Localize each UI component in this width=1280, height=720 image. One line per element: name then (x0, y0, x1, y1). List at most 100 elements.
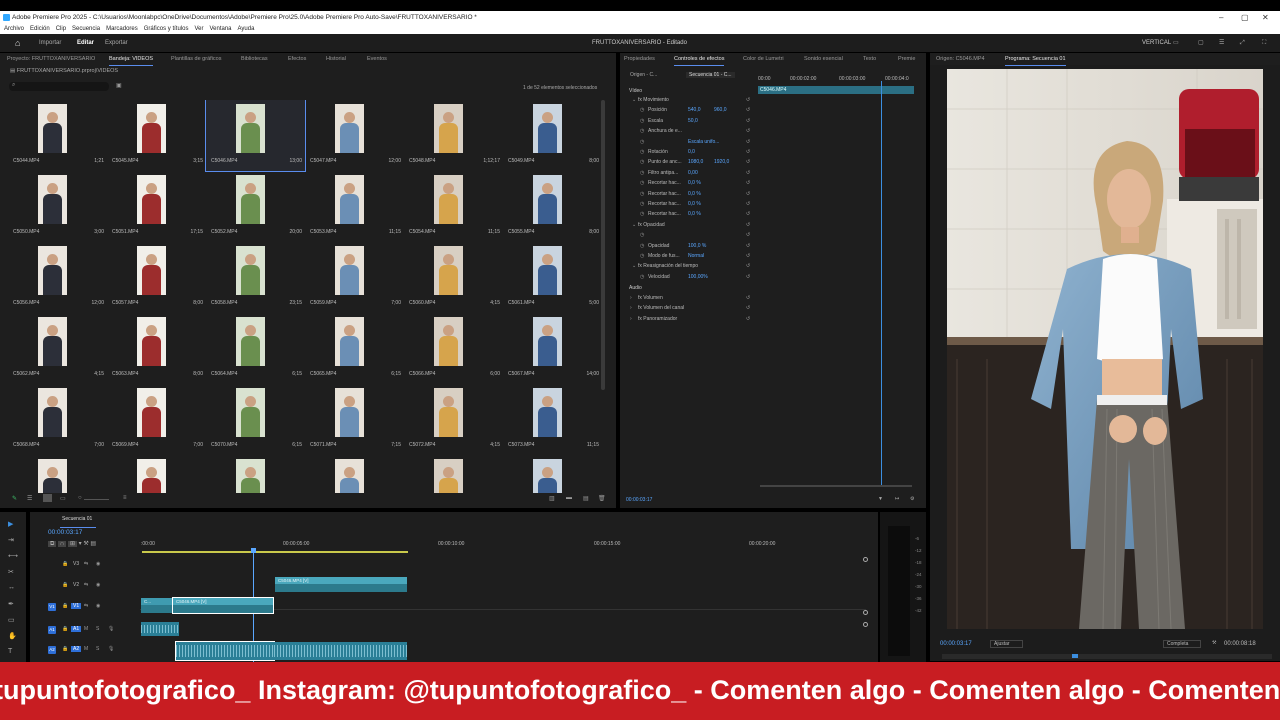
reset-icon[interactable]: ↺ (746, 295, 750, 301)
clip-tile[interactable]: C5049.MP4 8;00 (503, 100, 602, 171)
clip-tile[interactable]: C5055.MP4 8;00 (503, 171, 602, 242)
effects-clip-bar[interactable]: C5046.MP4 (758, 86, 914, 94)
clip-tile[interactable]: C5067.MP4 14;00 (503, 313, 602, 384)
clip-tile[interactable]: C5069.MP4 7;00 (107, 384, 206, 455)
track-label[interactable]: A2 (71, 646, 82, 652)
menu-item-4[interactable]: Marcadores (106, 26, 138, 32)
eye-icon[interactable]: ◉ (96, 561, 100, 567)
program-playhead[interactable] (1072, 654, 1078, 658)
menu-item-8[interactable]: Ayuda (238, 26, 255, 32)
clip-tile[interactable]: C5073.MP4 11;15 (503, 384, 602, 455)
clip-tile[interactable]: C5050.MP4 3;00 (8, 171, 107, 242)
reset-icon[interactable]: ↺ (746, 232, 750, 238)
mic-icon[interactable]: 🎙 (108, 646, 114, 652)
zoom-icon[interactable]: ⤢ (1240, 34, 1245, 52)
reset-icon[interactable]: ↺ (746, 118, 750, 124)
clip-tile[interactable]: C5051.MP4 17;15 (107, 171, 206, 242)
source-patch-a1[interactable]: A1 (48, 626, 56, 634)
clip-tile[interactable] (8, 455, 107, 494)
menu-item-1[interactable]: Edición (30, 26, 50, 32)
selection-tool-icon[interactable]: ▶ (8, 520, 13, 528)
tab-bibliotecas[interactable]: Bibliotecas (241, 53, 268, 65)
chevron-down-icon[interactable]: ⌄ (632, 222, 636, 228)
wrench-timeline-icon[interactable]: ⚒ (83, 541, 88, 547)
clip-tile[interactable] (305, 455, 404, 494)
lock-icon[interactable]: 🔒 (62, 626, 68, 632)
hand-icon[interactable]: ✋ (8, 632, 17, 640)
clip-tile[interactable]: C5046.MP4 13;00 (205, 100, 306, 172)
stopwatch-icon[interactable]: ◷ (640, 211, 644, 217)
trash-icon[interactable]: 🗑 (598, 495, 606, 502)
effect-value-1[interactable]: 0,0 (688, 149, 695, 155)
maximize-button[interactable]: ▢ (1241, 11, 1249, 24)
chevron-down-icon[interactable]: ⌄ (632, 97, 636, 103)
clip-tile[interactable]: C5048.MP4 1;12;17 (404, 100, 503, 171)
search-input[interactable]: ⌕ (9, 82, 109, 91)
stopwatch-icon[interactable]: ◷ (640, 118, 644, 124)
clip-tile[interactable] (404, 455, 503, 494)
clip-tile[interactable]: C5066.MP4 6;00 (404, 313, 503, 384)
tab-texto[interactable]: Texto (863, 53, 876, 65)
clip-tile[interactable]: C5052.MP4 20;00 (206, 171, 305, 242)
tab-propiedades[interactable]: Propiedades (624, 53, 655, 65)
track-label[interactable]: A1 (71, 626, 82, 632)
minimize-button[interactable]: – (1219, 11, 1223, 24)
stopwatch-icon[interactable]: ◷ (640, 170, 644, 176)
solo-icon[interactable]: S (96, 646, 99, 652)
clip-tile[interactable]: C5061.MP4 5;00 (503, 242, 602, 313)
fit-select[interactable]: Ajustar (990, 640, 1023, 648)
stopwatch-icon[interactable]: ◷ (640, 243, 644, 249)
clip-tile[interactable]: C5053.MP4 11;15 (305, 171, 404, 242)
effect-value-1[interactable]: 0,00 (688, 170, 698, 176)
tab-efectos[interactable]: Efectos (288, 53, 306, 65)
tab-project[interactable]: Proyecto: FRUTTOXANIVERSARIO (7, 53, 95, 65)
stopwatch-icon[interactable]: ◷ (640, 180, 644, 186)
clip-tile[interactable]: C5047.MP4 12;00 (305, 100, 404, 171)
work-area-bar[interactable] (142, 551, 408, 553)
program-scrubber[interactable] (942, 654, 1272, 659)
mic-icon[interactable]: 🎙 (108, 626, 114, 632)
tab-historial[interactable]: Historial (326, 53, 346, 65)
stopwatch-icon[interactable]: ◷ (640, 159, 644, 165)
stopwatch-icon[interactable]: ◷ (640, 149, 644, 155)
quality-select[interactable]: Completa (1163, 640, 1202, 648)
scroll-handle[interactable] (863, 557, 868, 562)
stopwatch-icon[interactable]: ◷ (640, 274, 644, 280)
zoom-slider-knob[interactable]: ○ (78, 495, 82, 501)
pen-icon[interactable]: ✒ (8, 600, 14, 608)
effect-value-1[interactable]: 540,0 (688, 107, 701, 113)
menu-item-0[interactable]: Archivo (4, 26, 24, 32)
reset-icon[interactable]: ↺ (746, 305, 750, 311)
clip-v1-b[interactable]: C5046.MP4 [V] (172, 597, 274, 614)
automate-icon[interactable]: ▥ (549, 495, 555, 502)
eye-icon[interactable]: ◉ (96, 603, 100, 609)
mute-icon[interactable]: M (84, 626, 88, 632)
stopwatch-icon[interactable]: ◷ (640, 107, 644, 113)
source-patch-a2[interactable]: A2 (48, 646, 56, 654)
clip-tile[interactable]: C5044.MP4 1;21 (8, 100, 107, 171)
menu-item-6[interactable]: Ver (194, 26, 203, 32)
new-bin-icon[interactable]: ▣ (116, 82, 122, 89)
freeform-view-icon[interactable]: ▭ (60, 495, 66, 502)
menu-item-5[interactable]: Gráficos y títulos (144, 26, 189, 32)
sort-icon[interactable]: ≡ (123, 495, 127, 501)
scroll-handle[interactable] (863, 610, 868, 615)
tab-premiere[interactable]: Premie (898, 53, 915, 65)
effect-value-1[interactable]: Normal (688, 253, 704, 259)
tab-editar[interactable]: Editar (77, 34, 94, 52)
type-tool-icon[interactable]: T (8, 648, 12, 655)
lock-icon[interactable]: 🔒 (62, 646, 68, 652)
track-header[interactable]: 🔒 V3 ⇆ ◉ (46, 561, 138, 573)
clip-tile[interactable]: C5070.MP4 6;15 (206, 384, 305, 455)
track-label[interactable]: V1 (71, 603, 82, 609)
reset-icon[interactable]: ↺ (746, 263, 750, 269)
clip-tile[interactable]: C5062.MP4 4;15 (8, 313, 107, 384)
clip-tile[interactable]: C5065.MP4 6;15 (305, 313, 404, 384)
effect-value-1[interactable]: 0,0 % (688, 211, 701, 217)
effect-value-2[interactable]: 960,0 (714, 107, 727, 113)
clip-a2-a[interactable] (175, 641, 275, 661)
effect-value-1[interactable]: 0,0 % (688, 191, 701, 197)
stopwatch-icon[interactable]: ◷ (640, 128, 644, 134)
track-header[interactable]: 🔒 V2 ⇆ ◉ (46, 582, 138, 594)
reset-icon[interactable]: ↺ (746, 170, 750, 176)
